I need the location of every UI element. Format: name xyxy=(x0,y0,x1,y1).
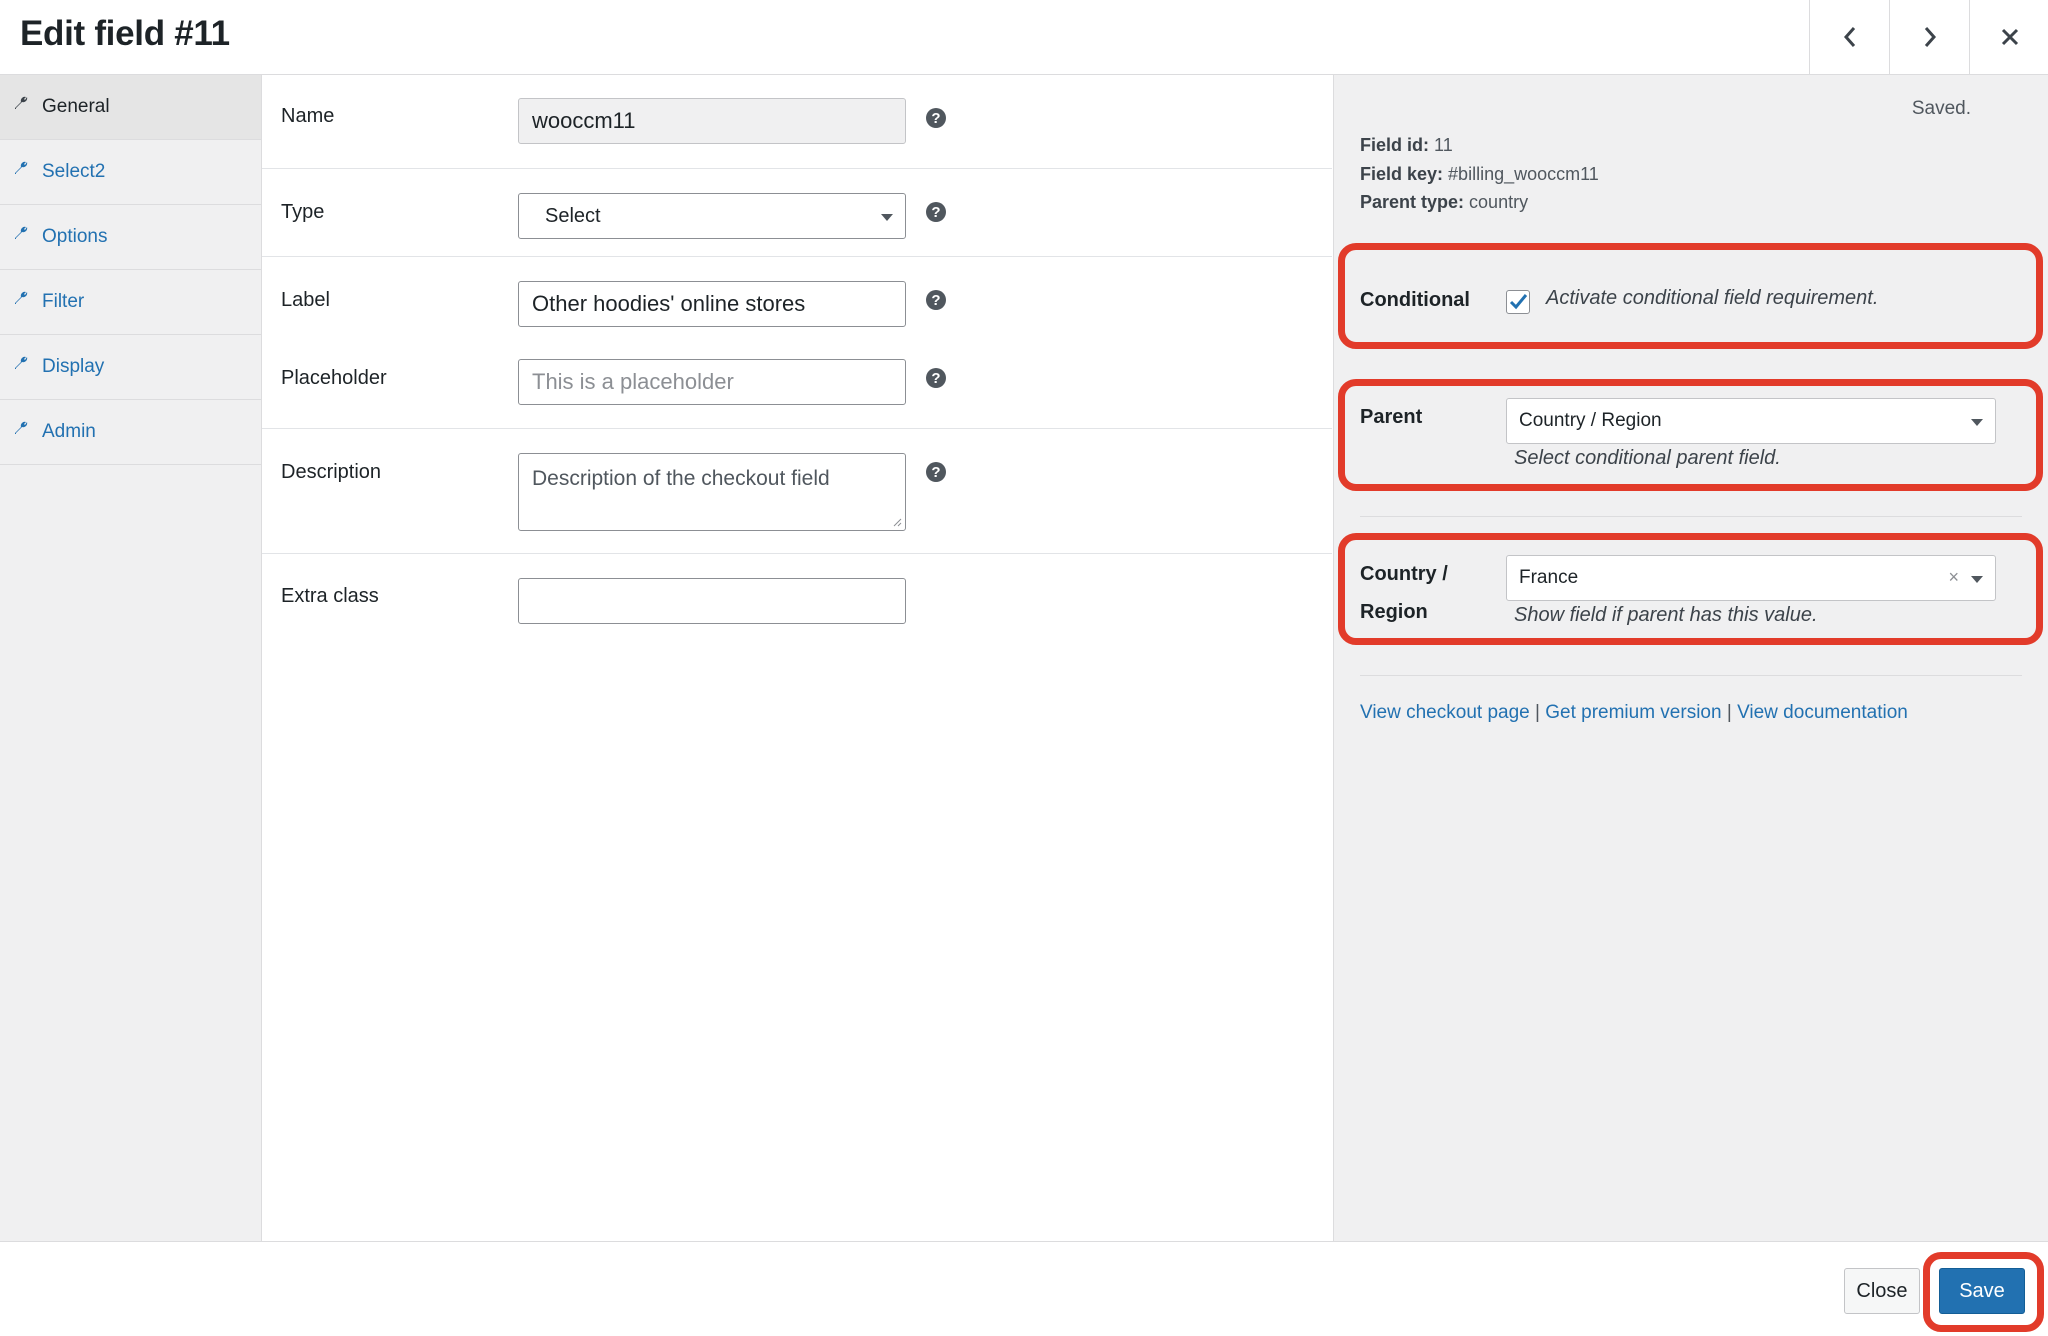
premium-version-link[interactable]: Get premium version xyxy=(1545,702,1721,723)
country-label-line2: Region xyxy=(1360,601,1428,623)
modal-title: Edit field #11 xyxy=(20,14,230,53)
placeholder-label: Placeholder xyxy=(281,367,387,389)
row-divider xyxy=(262,553,1332,554)
conditional-label: Conditional xyxy=(1360,289,1470,311)
help-icon[interactable]: ? xyxy=(926,462,946,482)
parent-description: Select conditional parent field. xyxy=(1514,447,1781,469)
conditional-description: Activate conditional field requirement. xyxy=(1546,287,1879,309)
dropdown-caret-icon xyxy=(881,214,893,221)
view-checkout-link[interactable]: View checkout page xyxy=(1360,702,1530,723)
close-button[interactable]: Close xyxy=(1844,1268,1920,1314)
name-field[interactable]: wooccm11 xyxy=(518,98,906,144)
sidebar-item-display[interactable]: Display xyxy=(0,335,261,400)
help-icon[interactable]: ? xyxy=(926,290,946,310)
sidebar-item-label: Filter xyxy=(42,291,85,312)
clear-selection-icon[interactable]: × xyxy=(1948,567,1959,588)
label-label: Label xyxy=(281,289,330,311)
sidebar-item-label: General xyxy=(42,96,110,117)
wrench-icon xyxy=(15,96,28,109)
chevron-right-icon xyxy=(1924,27,1937,47)
sidebar-item-admin[interactable]: Admin xyxy=(0,400,261,465)
link-separator: | xyxy=(1726,702,1732,723)
chevron-left-icon xyxy=(1843,27,1856,47)
parent-select[interactable]: Country / Region xyxy=(1506,398,1996,444)
sidebar-item-filter[interactable]: Filter xyxy=(0,270,261,335)
row-divider xyxy=(262,428,1332,429)
row-divider xyxy=(262,168,1332,169)
previous-field-button[interactable] xyxy=(1809,0,1890,74)
conditional-panel: Saved. Field id: 11 Field key: #billing_… xyxy=(1333,75,2048,1241)
close-modal-button[interactable] xyxy=(1969,0,2048,74)
dropdown-caret-icon xyxy=(1971,576,1983,583)
sidebar-nav: General Select2 Options Filter Display A… xyxy=(0,75,262,1241)
resize-grip-icon[interactable] xyxy=(892,517,902,527)
link-separator: | xyxy=(1535,702,1540,723)
sidebar-item-label: Admin xyxy=(42,421,96,442)
parent-select-value: Country / Region xyxy=(1519,410,1662,431)
wrench-icon xyxy=(15,421,28,434)
help-icon[interactable]: ? xyxy=(926,202,946,222)
save-button[interactable]: Save xyxy=(1939,1268,2025,1314)
country-select[interactable]: France × xyxy=(1506,555,1996,601)
wrench-icon xyxy=(15,161,28,174)
placeholder-field[interactable]: This is a placeholder xyxy=(518,359,906,405)
wrench-icon xyxy=(15,356,28,369)
help-icon[interactable]: ? xyxy=(926,368,946,388)
description-placeholder: Description of the checkout field xyxy=(532,467,830,490)
modal-header: Edit field #11 xyxy=(0,0,2048,75)
modal-footer: Close Save xyxy=(0,1241,2048,1336)
name-label: Name xyxy=(281,105,335,127)
field-key: Field key: #billing_wooccm11 xyxy=(1360,164,1599,184)
panel-divider xyxy=(1360,675,2022,676)
extra-class-field[interactable] xyxy=(518,578,906,624)
sidebar-item-general[interactable]: General xyxy=(0,75,261,140)
documentation-link[interactable]: View documentation xyxy=(1737,702,1908,723)
parent-label: Parent xyxy=(1360,406,1423,428)
sidebar-item-select2[interactable]: Select2 xyxy=(0,140,261,205)
wrench-icon xyxy=(15,291,28,304)
panel-divider xyxy=(1360,516,2022,517)
next-field-button[interactable] xyxy=(1889,0,1970,74)
extra-class-label: Extra class xyxy=(281,585,379,607)
country-description: Show field if parent has this value. xyxy=(1514,604,1818,626)
saved-status: Saved. xyxy=(1911,98,1971,119)
wrench-icon xyxy=(15,226,28,239)
sidebar-item-options[interactable]: Options xyxy=(0,205,261,270)
country-select-value: France xyxy=(1519,567,1579,588)
help-icon[interactable]: ? xyxy=(926,108,946,128)
checkmark-icon xyxy=(1509,294,1528,310)
type-select-value: Select xyxy=(545,204,601,227)
description-textarea[interactable]: Description of the checkout field xyxy=(518,453,906,531)
panel-links: View checkout page | Get premium version… xyxy=(1360,702,1908,724)
description-label: Description xyxy=(281,461,382,483)
label-field[interactable]: Other hoodies' online stores xyxy=(518,281,906,327)
sidebar-item-label: Display xyxy=(42,356,105,377)
parent-type: Parent type: country xyxy=(1360,192,1529,212)
country-label-line1: Country / xyxy=(1360,563,1448,585)
dropdown-caret-icon xyxy=(1971,419,1983,426)
general-form: Name wooccm11 ? Type Select ? Label Othe… xyxy=(262,75,1332,1241)
sidebar-item-label: Options xyxy=(42,226,108,247)
type-label: Type xyxy=(281,201,325,223)
conditional-checkbox[interactable] xyxy=(1506,290,1530,314)
sidebar-item-label: Select2 xyxy=(42,161,106,182)
row-divider xyxy=(262,256,1332,257)
type-select[interactable]: Select xyxy=(518,193,906,239)
field-id: Field id: 11 xyxy=(1360,135,1453,155)
close-icon xyxy=(2001,28,2019,46)
